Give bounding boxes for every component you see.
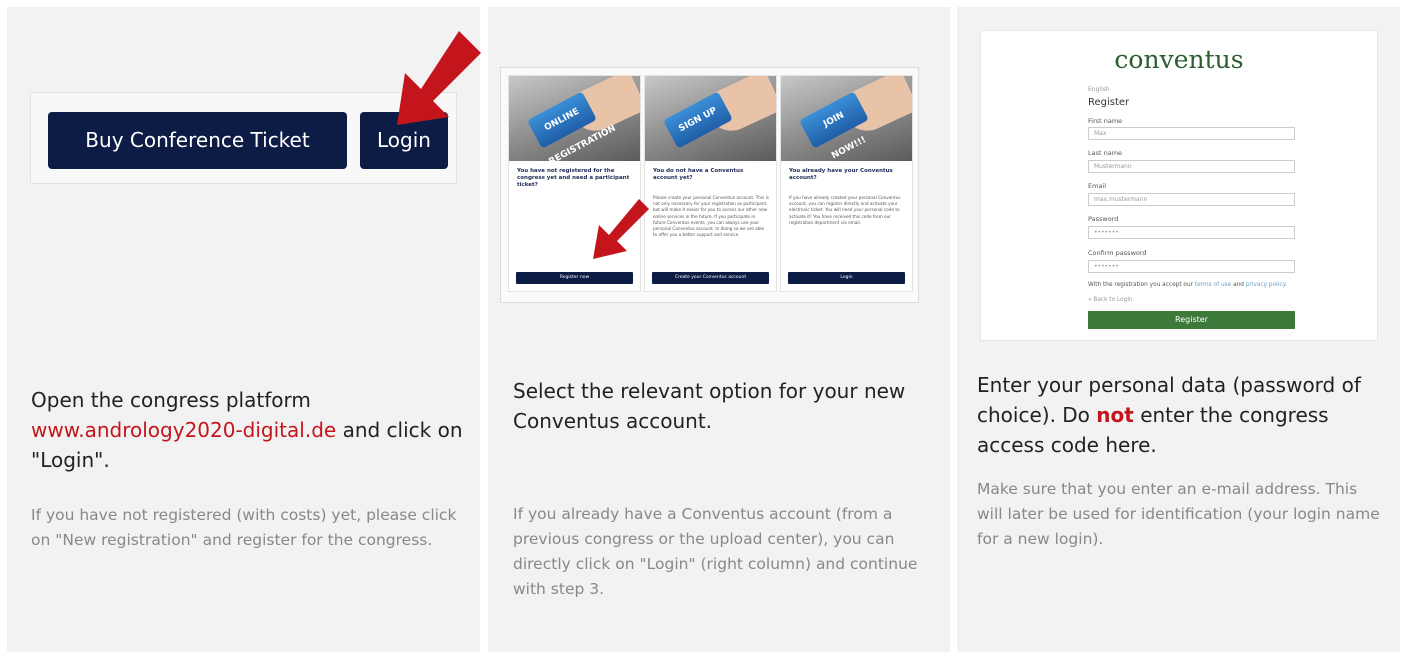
conventus-logo: conventus <box>1114 45 1244 74</box>
step-2-instruction: Select the relevant option for your new … <box>513 379 906 433</box>
terms-notice: With the registration you accept our ter… <box>1088 282 1288 288</box>
language-link[interactable]: English <box>1088 86 1110 93</box>
register-now-button[interactable]: Register now <box>516 272 633 284</box>
card-question: You do not have a Conventus account yet? <box>653 168 744 181</box>
confirm-password-label: Confirm password <box>1088 249 1147 257</box>
step-2-panel: ONLINE REGISTRATION You have not registe… <box>488 7 950 652</box>
card-body: Please create your personal Conventus ac… <box>653 195 769 238</box>
red-arrow-icon <box>387 27 485 127</box>
first-name-field[interactable]: Max <box>1088 127 1295 140</box>
card-login-button[interactable]: Login <box>788 272 905 284</box>
step-2-note: If you already have a Conventus account … <box>513 505 918 598</box>
confirm-password-field[interactable]: ••••••• <box>1088 260 1295 273</box>
last-name-label: Last name <box>1088 149 1123 157</box>
option-card-join-now: JOIN NOW!!! You already have your Conven… <box>780 75 913 292</box>
buy-conference-ticket-button[interactable]: Buy Conference Ticket <box>48 112 347 169</box>
platform-link[interactable]: www.andrology2020-digital.de <box>31 418 336 442</box>
password-field[interactable]: ••••••• <box>1088 226 1295 239</box>
register-button[interactable]: Register <box>1088 311 1295 329</box>
step-1-panel: Buy Conference Ticket Login Open the con… <box>7 7 481 652</box>
emphasis-not: not <box>1096 403 1134 427</box>
option-card-sign-up: SIGN UP You do not have a Conventus acco… <box>644 75 777 292</box>
step-3-instruction: Enter your personal data (password of ch… <box>977 373 1361 457</box>
card-question: You have not registered for the congress… <box>517 168 630 188</box>
registration-form-screenshot: conventus English Register First name Ma… <box>980 30 1378 341</box>
create-account-button[interactable]: Create your Conventus account <box>652 272 769 284</box>
email-field[interactable]: max.mustermann <box>1088 193 1295 206</box>
privacy-policy-link[interactable]: privacy policy. <box>1246 282 1287 288</box>
form-heading: Register <box>1088 97 1130 108</box>
password-label: Password <box>1088 215 1119 223</box>
step-1-instruction: Open the congress platform www.andrology… <box>31 388 463 472</box>
email-label: Email <box>1088 182 1107 190</box>
back-to-login-link[interactable]: « Back to Login <box>1088 297 1133 303</box>
step-3-note: Make sure that you enter an e-mail addre… <box>977 480 1380 548</box>
card-body: If you have already created your persona… <box>789 195 901 225</box>
first-name-label: First name <box>1088 117 1123 125</box>
step-3-panel: conventus English Register First name Ma… <box>957 7 1400 652</box>
terms-of-use-link[interactable]: terms of use <box>1195 282 1231 288</box>
account-options-screenshot: ONLINE REGISTRATION You have not registe… <box>500 67 919 303</box>
red-arrow-icon <box>589 197 651 263</box>
last-name-field[interactable]: Mustermann <box>1088 160 1295 173</box>
step-1-note: If you have not registered (with costs) … <box>31 506 457 549</box>
card-question: You already have your Conventus account? <box>789 168 893 181</box>
